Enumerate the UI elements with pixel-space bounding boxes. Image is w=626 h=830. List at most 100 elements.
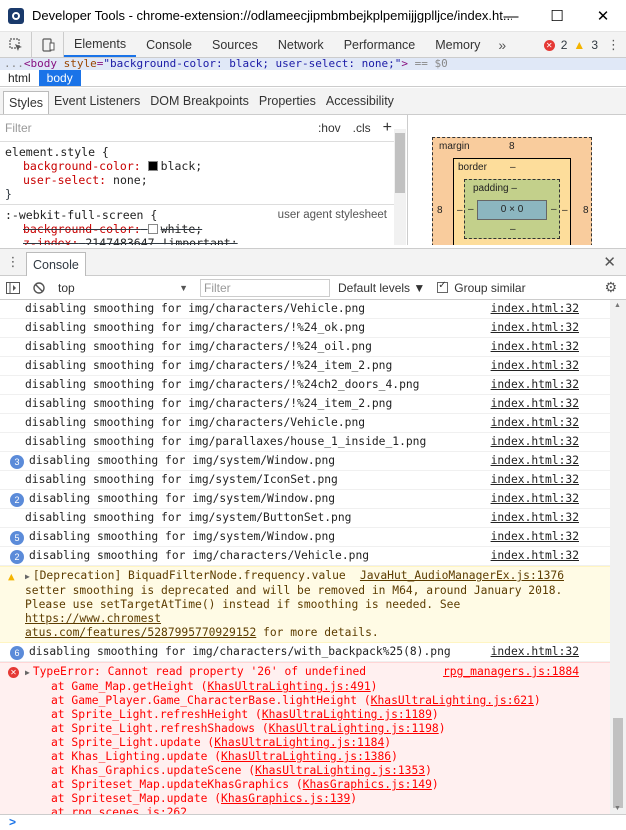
- tab-memory[interactable]: Memory: [425, 32, 490, 57]
- error-source-link[interactable]: rpg_managers.js:1884: [443, 665, 579, 679]
- warning-url-link[interactable]: https://www.chromest: [25, 612, 161, 625]
- rule-prop[interactable]: background-color:: [5, 159, 141, 173]
- console-prompt[interactable]: >: [0, 814, 626, 830]
- drawer-menu-icon[interactable]: ⋮: [0, 254, 26, 270]
- stack-frame-link[interactable]: KhasGraphics.js:149: [303, 778, 432, 791]
- message-source-link[interactable]: index.html:32: [491, 397, 579, 411]
- padding-label[interactable]: padding –: [473, 183, 517, 194]
- rule-selector[interactable]: :-webkit-full-screen {: [5, 208, 157, 222]
- new-rule-button[interactable]: +: [383, 119, 392, 137]
- list-item[interactable]: 6 disabling smoothing for img/characters…: [0, 643, 610, 662]
- margin-left-value[interactable]: 8: [437, 205, 443, 216]
- list-item[interactable]: disabling smoothing for img/characters/V…: [0, 300, 610, 319]
- message-source-link[interactable]: index.html:32: [491, 435, 579, 449]
- log-levels-dropdown[interactable]: Default levels ▼: [338, 281, 425, 295]
- breadcrumb-body[interactable]: body: [38, 70, 81, 86]
- margin-top-value[interactable]: 8: [509, 141, 515, 152]
- styles-scroll-thumb[interactable]: [395, 133, 405, 193]
- message-source-link[interactable]: index.html:32: [491, 645, 579, 659]
- stack-frame-link[interactable]: rpg_scenes.js:262: [71, 806, 187, 814]
- drawer-close-icon[interactable]: ✕: [603, 253, 616, 271]
- stack-frame-link[interactable]: KhasGraphics.js:139: [221, 792, 350, 805]
- message-source-link[interactable]: index.html:32: [491, 321, 579, 335]
- list-item[interactable]: 5 disabling smoothing for img/system/Wind…: [0, 528, 610, 547]
- padding-right-value[interactable]: –: [551, 204, 557, 215]
- tab-sources[interactable]: Sources: [202, 32, 268, 57]
- tab-elements[interactable]: Elements: [64, 32, 137, 57]
- device-toolbar-icon[interactable]: [32, 32, 64, 57]
- clear-console-icon[interactable]: [26, 281, 52, 294]
- list-item[interactable]: disabling smoothing for img/characters/!…: [0, 319, 610, 338]
- message-source-link[interactable]: index.html:32: [491, 549, 579, 563]
- list-item[interactable]: disabling smoothing for img/characters/!…: [0, 395, 610, 414]
- stack-frame-link[interactable]: KhasUltraLighting.js:1386: [221, 750, 391, 763]
- more-tabs-button[interactable]: »: [490, 32, 514, 57]
- stack-frame-link[interactable]: KhasUltraLighting.js:491: [207, 680, 370, 693]
- list-item[interactable]: disabling smoothing for img/system/IconS…: [0, 471, 610, 490]
- drawer-tab-console[interactable]: Console: [26, 252, 86, 276]
- rule-prop[interactable]: z-index:: [5, 236, 78, 245]
- hov-toggle[interactable]: :hov: [318, 121, 341, 135]
- inspect-element-icon[interactable]: [0, 32, 32, 57]
- kebab-menu-icon[interactable]: ⋮: [607, 32, 620, 58]
- warning-message[interactable]: ▲ ▶ [Deprecation] BiquadFilterNode.freque…: [0, 566, 610, 643]
- scroll-up-icon[interactable]: ▲: [614, 302, 621, 309]
- color-swatch[interactable]: [147, 224, 158, 234]
- tab-console[interactable]: Console: [136, 32, 202, 57]
- message-source-link[interactable]: index.html:32: [491, 302, 579, 316]
- close-window-button[interactable]: ✕: [580, 0, 626, 32]
- stack-frame-link[interactable]: KhasUltraLighting.js:1189: [262, 708, 432, 721]
- border-left-value[interactable]: –: [457, 205, 463, 216]
- message-source-link[interactable]: index.html:32: [491, 454, 579, 468]
- stack-frame-link[interactable]: KhasUltraLighting.js:1198: [269, 722, 439, 735]
- message-source-link[interactable]: index.html:32: [491, 359, 579, 373]
- list-item[interactable]: disabling smoothing for img/characters/!…: [0, 338, 610, 357]
- warning-url-link[interactable]: atus.com/features/5287995770929152: [25, 626, 256, 639]
- rule-value[interactable]: white;: [161, 222, 203, 236]
- rule-value[interactable]: none;: [113, 173, 148, 187]
- border-top-value[interactable]: –: [510, 162, 516, 173]
- stack-frame-link[interactable]: KhasUltraLighting.js:1184: [214, 736, 384, 749]
- expand-triangle-icon[interactable]: ▶: [25, 668, 30, 677]
- message-source-link[interactable]: index.html:32: [491, 340, 579, 354]
- checkbox-icon[interactable]: [437, 280, 449, 293]
- maximize-button[interactable]: ☐: [534, 0, 580, 32]
- message-source-link[interactable]: index.html:32: [491, 492, 579, 506]
- list-item[interactable]: 3 disabling smoothing for img/system/Wind…: [0, 452, 610, 471]
- breadcrumb-html[interactable]: html: [0, 70, 39, 86]
- group-similar-checkbox[interactable]: Group similar: [437, 280, 526, 295]
- padding-left-value[interactable]: –: [468, 204, 474, 215]
- sidebar-toggle-icon[interactable]: [0, 281, 26, 294]
- tab-accessibility[interactable]: Accessibility: [321, 88, 399, 114]
- selected-dom-node[interactable]: ...<body style="background-color: black;…: [0, 58, 626, 70]
- rule-selector[interactable]: element.style {: [5, 145, 401, 159]
- console-scroll-thumb[interactable]: [613, 718, 623, 808]
- styles-scrollbar[interactable]: [394, 129, 406, 245]
- message-source-link[interactable]: index.html:32: [491, 530, 579, 544]
- console-scrollbar[interactable]: ▲ ▼: [610, 300, 626, 814]
- tab-network[interactable]: Network: [268, 32, 334, 57]
- expand-triangle-icon[interactable]: ▶: [25, 572, 30, 581]
- stack-frame-link[interactable]: KhasUltraLighting.js:621: [371, 694, 534, 707]
- border-right-value[interactable]: –: [562, 205, 568, 216]
- tab-performance[interactable]: Performance: [334, 32, 426, 57]
- stack-frame-link[interactable]: KhasUltraLighting.js:1353: [255, 764, 425, 777]
- tab-properties[interactable]: Properties: [254, 88, 321, 114]
- list-item[interactable]: disabling smoothing for img/parallaxes/h…: [0, 433, 610, 452]
- minimize-button[interactable]: —: [488, 0, 534, 32]
- scroll-down-icon[interactable]: ▼: [614, 805, 621, 812]
- color-swatch[interactable]: [147, 161, 158, 171]
- tab-event-listeners[interactable]: Event Listeners: [49, 88, 145, 114]
- rule-prop[interactable]: user-select:: [5, 173, 106, 187]
- warning-source-link[interactable]: JavaHut_AudioManagerEx.js:1376: [360, 569, 564, 583]
- message-source-link[interactable]: index.html:32: [491, 416, 579, 430]
- gear-icon[interactable]: ⚙: [604, 279, 617, 296]
- margin-right-value[interactable]: 8: [583, 205, 589, 216]
- list-item[interactable]: disabling smoothing for img/system/Butto…: [0, 509, 610, 528]
- rule-value[interactable]: 2147483647 !important;: [85, 236, 237, 245]
- list-item[interactable]: disabling smoothing for img/characters/V…: [0, 414, 610, 433]
- message-source-link[interactable]: index.html:32: [491, 473, 579, 487]
- list-item[interactable]: disabling smoothing for img/characters/!…: [0, 376, 610, 395]
- context-selector[interactable]: top ▼: [58, 281, 194, 295]
- list-item[interactable]: 2 disabling smoothing for img/characters/…: [0, 547, 610, 566]
